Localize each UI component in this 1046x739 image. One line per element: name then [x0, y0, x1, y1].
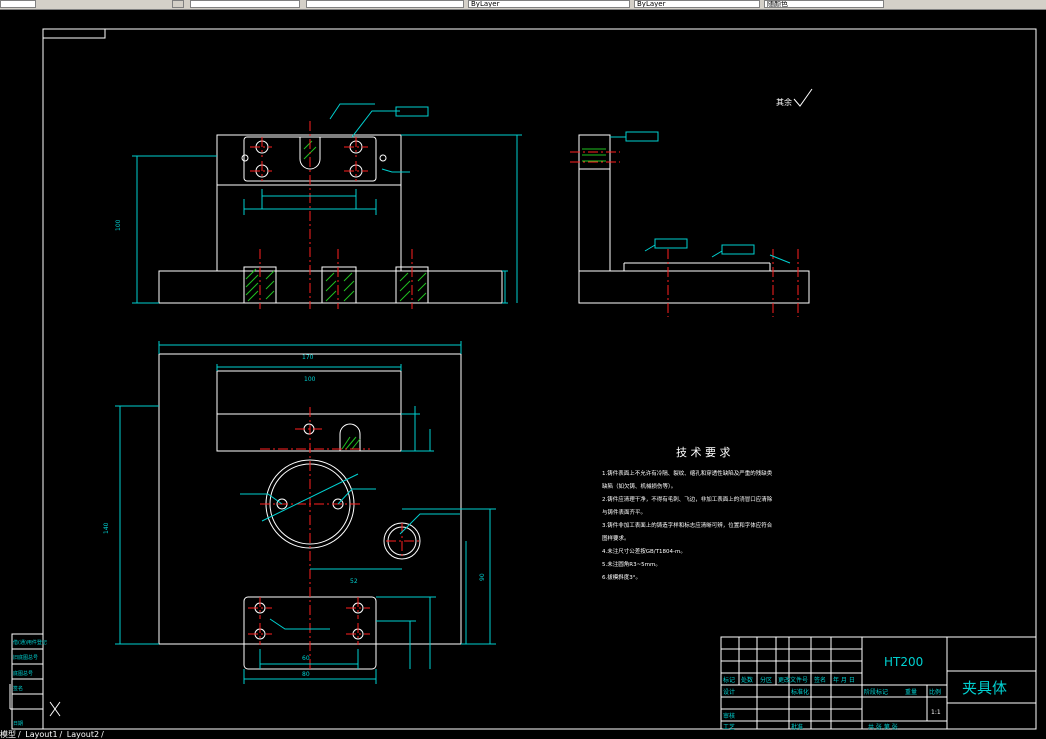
layer-manager-button[interactable] — [172, 0, 184, 8]
top-dimensions — [115, 341, 496, 684]
material-label: HT200 — [884, 655, 923, 669]
tab-model[interactable]: 模型 — [0, 730, 16, 739]
side-centerlines — [570, 151, 799, 317]
tb-label: 处数 — [741, 676, 753, 684]
tb-label: 标准化 — [791, 688, 809, 696]
dim-label-140: 140 — [103, 522, 110, 534]
drawing-number-box — [42, 28, 106, 39]
tb-label: 更改文件号 — [778, 676, 808, 684]
side-hatching — [582, 148, 606, 162]
tab-layout2[interactable]: Layout2 — [67, 730, 99, 739]
tb-label: 阶段标记 — [864, 688, 888, 696]
stamp-label: 借(通)用件登记 — [13, 639, 47, 646]
tech-req-title: 技 术 要 求 — [676, 446, 731, 459]
color-dropdown[interactable]: ByLayer — [468, 0, 630, 8]
dim-label-100: 100 — [115, 219, 122, 231]
tech-req-line: 与铸件表面齐平。 — [602, 508, 646, 516]
tb-label: 批准 — [791, 723, 803, 731]
tech-req-list: 1.铸件表面上不允许有冷隔、裂纹、缩孔和穿透性缺陷及严重的残缺类 缺陷（如欠铸、… — [602, 469, 773, 581]
tb-label: 分区 — [760, 676, 772, 684]
front-hatching — [245, 140, 427, 302]
layer-dropdown[interactable] — [190, 0, 300, 8]
front-holes — [241, 140, 387, 178]
tech-req-line: 缺陷（如欠铸、机械损伤等）。 — [602, 482, 676, 490]
tech-req-line: 5.未注圆角R3~5mm。 — [602, 560, 661, 568]
left-stamp — [11, 633, 44, 730]
tb-label: 年 月 日 — [833, 676, 855, 684]
left-stamp-texts: 借(通)用件登记 旧底图总号 底图总号 签名 日期 — [13, 639, 47, 727]
cad-drawing-canvas[interactable]: 100 其余 170 100 140 52 90 60 80 技 术 要 求 1… — [0, 9, 1046, 731]
tech-req-line: 2.铸件应清理干净，不得有毛刺、飞边，非加工表面上的浇冒口应清除 — [602, 495, 773, 503]
tb-label: 比例 — [929, 688, 941, 696]
front-dimensions — [132, 103, 522, 304]
tech-req-line: 1.铸件表面上不允许有冷隔、裂纹、缩孔和穿透性缺陷及严重的残缺类 — [602, 469, 773, 477]
stamp-label: 签名 — [13, 685, 23, 692]
tech-req-line: 3.铸件非加工表面上的铸造字样和标志应清晰可辨，位置和字体应符合 — [602, 521, 773, 529]
plotstyle-dropdown[interactable]: 随颜色 — [764, 0, 884, 8]
tech-req-line: 图样要求。 — [602, 534, 630, 542]
roughness-symbol — [793, 88, 813, 107]
layout-tabs: 模型 / Layout1/ Layout2/ — [0, 730, 104, 739]
tab-layout1[interactable]: Layout1 — [25, 730, 57, 739]
tb-label: 审核 — [723, 712, 735, 720]
dim-label-90: 90 — [479, 573, 486, 581]
tech-req-line: 6.拔模斜度3°。 — [602, 573, 641, 581]
dim-label-170: 170 — [302, 354, 314, 361]
side-dimensions — [610, 131, 791, 264]
part-name-label: 夹具体 — [962, 679, 1007, 697]
tb-label: 工艺 — [723, 723, 735, 731]
scale-value: 1:1 — [931, 709, 941, 716]
front-centerlines — [250, 121, 413, 309]
top-centerlines — [248, 407, 420, 669]
roughness-note: 其余 — [776, 97, 792, 107]
dim-label-80: 80 — [302, 671, 310, 678]
dim-label-60: 60 — [302, 655, 310, 662]
style-dropdown[interactable] — [306, 0, 464, 8]
tb-label: 共 张 第 张 — [868, 723, 898, 731]
tb-label: 设计 — [723, 688, 735, 696]
layer-control[interactable] — [0, 0, 36, 8]
tb-label: 签名 — [814, 676, 826, 684]
top-hatching — [341, 436, 361, 450]
dim-label-52: 52 — [350, 578, 358, 585]
stamp-label: 旧底图总号 — [13, 654, 38, 661]
side-view — [578, 134, 810, 304]
stamp-label: 底图总号 — [13, 670, 33, 677]
linetype-dropdown[interactable]: ByLayer — [634, 0, 760, 8]
title-block-texts: 标记 处数 分区 更改文件号 签名 年 月 日 设计 审核 工艺 标准化 批准 … — [723, 676, 941, 731]
tb-label: 重量 — [905, 688, 917, 696]
front-view — [158, 134, 503, 304]
stamp-label: 日期 — [13, 721, 23, 727]
dim-label-100-top: 100 — [304, 376, 316, 383]
tb-label: 标记 — [723, 676, 735, 684]
drawing-border — [42, 28, 1037, 730]
tech-req-line: 4.未注尺寸公差按GB/T1804-m。 — [602, 547, 686, 555]
